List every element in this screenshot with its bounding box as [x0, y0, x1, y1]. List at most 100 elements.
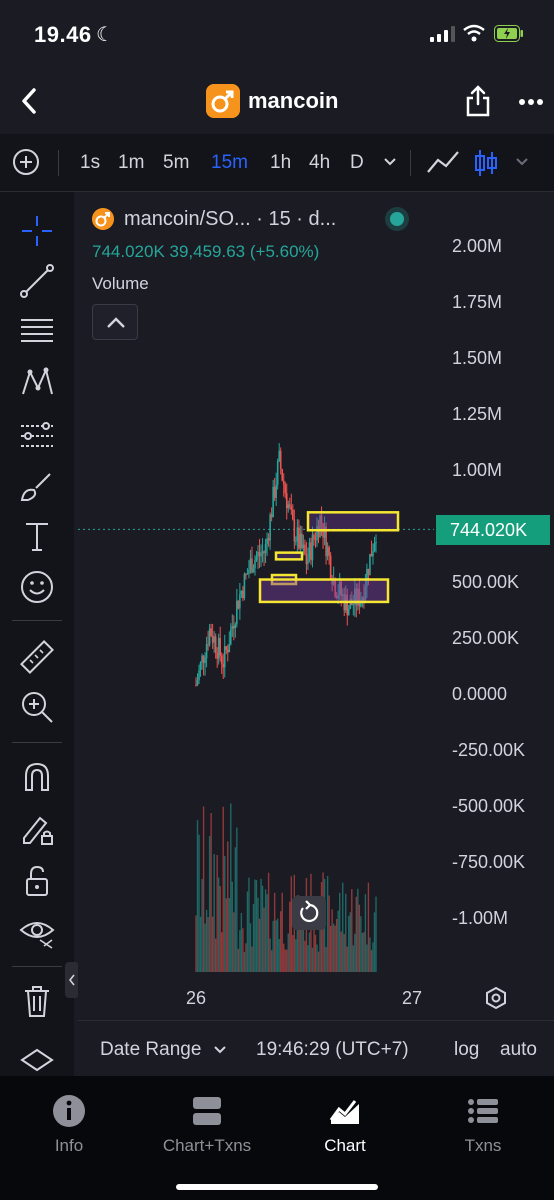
- candle-body: [307, 559, 309, 565]
- volume-bar: [340, 931, 342, 972]
- timeframe-D[interactable]: D: [350, 152, 364, 174]
- candle-body: [248, 570, 250, 574]
- text-icon[interactable]: [18, 518, 56, 556]
- candle-body: [347, 608, 350, 616]
- share-icon[interactable]: [464, 84, 492, 118]
- pair-label[interactable]: mancoin/SO... · 15 · d...: [124, 208, 336, 231]
- timezone-clock[interactable]: 19:46:29 (UTC+7): [256, 1039, 409, 1061]
- timeframe-1m[interactable]: 1m: [118, 152, 144, 174]
- volume-bar: [234, 847, 237, 972]
- chart-settings-icon[interactable]: [484, 986, 508, 1010]
- prediction-icon[interactable]: [18, 416, 56, 454]
- volume-bar: [349, 912, 351, 972]
- candle-body: [301, 533, 303, 549]
- chart-area[interactable]: mancoin/SO... · 15 · d... 744.020K 39,45…: [78, 192, 554, 1020]
- candle-body: [267, 538, 270, 541]
- candle-body: [198, 670, 200, 681]
- eye-icon[interactable]: [18, 912, 56, 950]
- emoji-icon[interactable]: [18, 568, 56, 606]
- date-range-button[interactable]: Date Range: [100, 1039, 201, 1061]
- timeframe-15m[interactable]: 15m: [211, 152, 248, 174]
- volume-bar: [273, 892, 276, 972]
- volume-bar: [216, 854, 218, 972]
- nav-txns[interactable]: Txns: [414, 1094, 552, 1156]
- nav-info[interactable]: Info: [0, 1094, 138, 1156]
- more-options-icon[interactable]: [518, 98, 544, 106]
- info-icon: [53, 1095, 85, 1127]
- volume-bar: [264, 889, 267, 972]
- candle-body: [304, 544, 306, 555]
- candle-body: [282, 480, 285, 485]
- candle-body: [243, 574, 246, 599]
- volume-bar: [239, 930, 241, 972]
- chevron-down-icon[interactable]: [384, 157, 396, 167]
- volume-bar: [328, 895, 330, 972]
- candle-body: [266, 538, 268, 545]
- lock-drawing-icon[interactable]: [18, 810, 56, 848]
- line-chart-type-icon[interactable]: [426, 148, 460, 176]
- y-tick: -750.00K: [452, 852, 526, 872]
- candle-body: [313, 534, 315, 540]
- volume-bar: [227, 841, 229, 972]
- trend-line-icon[interactable]: [18, 262, 56, 300]
- volume-bar: [352, 945, 355, 972]
- toolbar-collapse-handle[interactable]: [65, 962, 79, 998]
- candle-body: [196, 680, 199, 686]
- layers-icon[interactable]: [18, 1044, 56, 1076]
- nav-chart[interactable]: Chart: [276, 1094, 414, 1156]
- fib-lines-icon[interactable]: [18, 312, 56, 350]
- unlock-icon[interactable]: [18, 862, 56, 900]
- volume-bar: [251, 946, 253, 972]
- volume-bar: [269, 938, 271, 972]
- volume-bar: [255, 880, 258, 972]
- volume-bar: [329, 925, 332, 972]
- trash-icon[interactable]: [18, 982, 56, 1020]
- split-view-icon: [193, 1097, 221, 1125]
- status-bar: 19.46 ☾: [0, 0, 554, 70]
- y-tick: 1.25M: [452, 404, 503, 424]
- zone-rectangle: [274, 551, 304, 561]
- volume-bar: [308, 932, 311, 972]
- nav-chart-txns[interactable]: Chart+Txns: [138, 1094, 276, 1156]
- mancoin-logo-icon: [206, 84, 240, 118]
- volume-bar: [304, 940, 306, 972]
- y-tick: 1.50M: [452, 348, 503, 368]
- candle-body: [264, 544, 267, 553]
- candle-body: [257, 551, 259, 557]
- candle-body: [207, 644, 209, 646]
- volume-bar: [375, 896, 377, 972]
- collapse-legend-button[interactable]: [92, 304, 138, 340]
- crosshair-icon[interactable]: [18, 212, 56, 250]
- status-time: 19.46: [34, 22, 92, 47]
- pattern-icon[interactable]: [18, 364, 56, 402]
- candle-body: [219, 638, 222, 656]
- volume-bar: [373, 912, 376, 972]
- timeframe-5m[interactable]: 5m: [163, 152, 189, 174]
- volume-bar: [224, 855, 226, 972]
- chevron-down-icon[interactable]: [516, 157, 528, 167]
- timeframe-1s[interactable]: 1s: [80, 152, 100, 174]
- volume-bar: [299, 925, 302, 972]
- timeframe-4h[interactable]: 4h: [309, 152, 330, 174]
- divider: [12, 966, 62, 967]
- chevron-down-icon[interactable]: [214, 1045, 226, 1055]
- candle-body: [260, 553, 262, 557]
- zoom-in-icon[interactable]: [18, 688, 56, 726]
- volume-bar: [358, 904, 361, 972]
- brush-icon[interactable]: [18, 468, 56, 506]
- volume-bar: [311, 947, 314, 972]
- ruler-icon[interactable]: [18, 638, 56, 676]
- price-axis[interactable]: 2.00M 1.75M 1.50M 1.25M 1.00M 500.00K 25…: [452, 192, 552, 972]
- volume-bar: [334, 925, 336, 972]
- back-arrow-icon[interactable]: [18, 86, 40, 116]
- volume-bar: [281, 892, 283, 972]
- reset-chart-button[interactable]: [292, 896, 326, 930]
- volume-bar: [254, 879, 256, 972]
- date-range-bar: Date Range 19:46:29 (UTC+7) log auto: [78, 1020, 554, 1076]
- candlestick-type-icon[interactable]: [474, 148, 498, 178]
- add-indicator-icon[interactable]: [12, 148, 40, 176]
- log-scale-toggle[interactable]: log: [454, 1039, 479, 1061]
- auto-scale-toggle[interactable]: auto: [500, 1039, 537, 1061]
- magnet-icon[interactable]: [18, 758, 56, 796]
- timeframe-1h[interactable]: 1h: [270, 152, 291, 174]
